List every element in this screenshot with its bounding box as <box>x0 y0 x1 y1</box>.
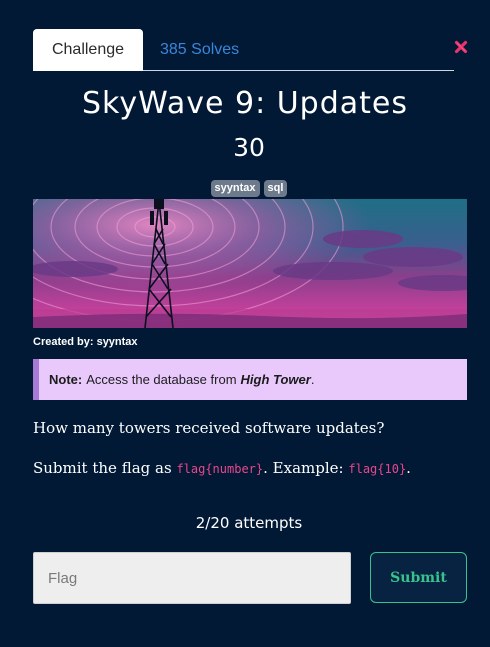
example-flag-code: flag{10} <box>348 462 407 476</box>
instructions-end: . <box>406 459 411 477</box>
flag-format-instructions: Submit the flag as flag{number}. Example… <box>33 459 411 477</box>
note-label: Note: <box>49 372 83 387</box>
note-callout: Note: Access the database from High Towe… <box>33 359 467 400</box>
flag-format-code: flag{number} <box>176 462 264 476</box>
close-x-icon <box>454 40 468 54</box>
close-button[interactable] <box>454 40 468 54</box>
tag-badge: sql <box>263 180 288 197</box>
note-highlight: High Tower <box>240 372 311 387</box>
challenge-banner-image <box>33 199 467 328</box>
note-end: . <box>310 372 315 387</box>
attempts-counter: 2/20 attempts <box>195 514 303 532</box>
tab-challenge[interactable]: Challenge <box>33 29 143 71</box>
challenge-modal: Challenge 385 Solves SkyWave 9: Updates … <box>0 0 490 647</box>
submit-button[interactable]: Submit <box>370 552 467 603</box>
challenge-points: 30 <box>233 133 265 162</box>
tab-solves[interactable]: 385 Solves <box>160 29 239 71</box>
tag-list: syyntax sql <box>0 180 490 197</box>
tag-badge: syyntax <box>210 180 260 197</box>
flag-input[interactable] <box>33 552 351 604</box>
example-label: . Example: <box>263 459 344 477</box>
created-by: Created by: syyntax <box>33 336 138 348</box>
note-text: Access the database from <box>86 372 237 387</box>
challenge-question: How many towers received software update… <box>33 419 385 437</box>
challenge-title: SkyWave 9: Updates <box>82 86 408 121</box>
tab-bar: Challenge 385 Solves <box>33 29 454 71</box>
submit-prefix: Submit the flag as <box>33 459 172 477</box>
